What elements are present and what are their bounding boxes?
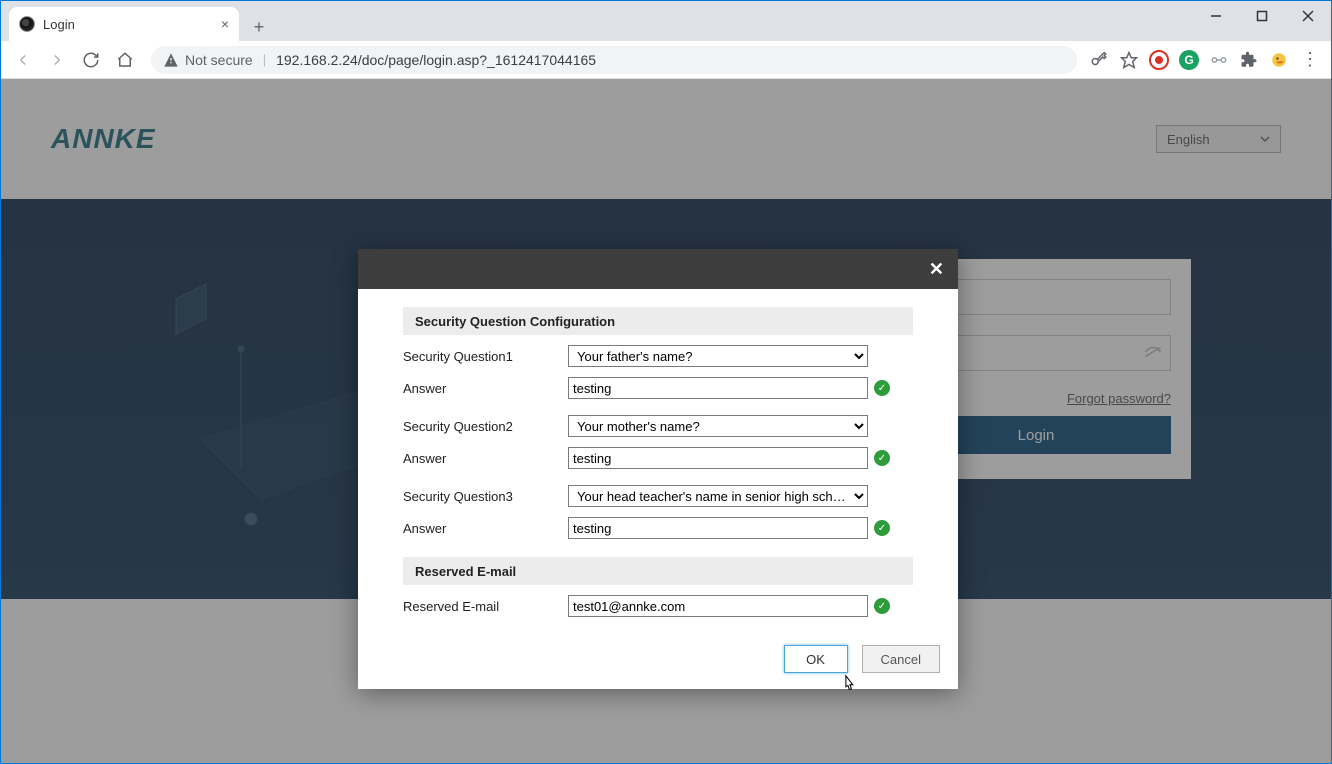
answer1-label: Answer — [403, 381, 568, 396]
browser-titlebar: Login × + — [1, 1, 1331, 41]
page-content: ANNKE English — [1, 79, 1331, 763]
extension-duck-icon[interactable] — [1269, 50, 1289, 70]
browser-toolbar: Not secure | 192.168.2.24/doc/page/login… — [1, 41, 1331, 79]
security-question1-select[interactable]: Your father's name? — [568, 345, 868, 367]
answer2-input[interactable] — [568, 447, 868, 469]
tab-close-icon[interactable]: × — [221, 16, 229, 32]
window-controls — [1193, 1, 1331, 31]
answer3-label: Answer — [403, 521, 568, 536]
modal-close-button[interactable]: ✕ — [929, 259, 944, 280]
check-ok-icon: ✓ — [874, 450, 890, 466]
modal-header: ✕ — [358, 249, 958, 289]
security-question2-select[interactable]: Your mother's name? — [568, 415, 868, 437]
extension-sync-icon[interactable] — [1209, 50, 1229, 70]
cancel-button[interactable]: Cancel — [862, 645, 940, 673]
extensions-puzzle-icon[interactable] — [1239, 50, 1259, 70]
extension-grammarly-icon[interactable]: G — [1179, 50, 1199, 70]
window-close-button[interactable] — [1285, 1, 1331, 31]
extension-ublock-icon[interactable] — [1149, 50, 1169, 70]
reserved-email-input[interactable] — [568, 595, 868, 617]
nav-reload-button[interactable] — [77, 46, 105, 74]
nav-home-button[interactable] — [111, 46, 139, 74]
security-question1-label: Security Question1 — [403, 349, 568, 364]
nav-back-button[interactable] — [9, 46, 37, 74]
browser-tab[interactable]: Login × — [9, 7, 239, 41]
check-ok-icon: ✓ — [874, 520, 890, 536]
check-ok-icon: ✓ — [874, 598, 890, 614]
url-text: 192.168.2.24/doc/page/login.asp?_1612417… — [276, 52, 596, 68]
reserved-email-label: Reserved E-mail — [403, 599, 568, 614]
section-security-questions-title: Security Question Configuration — [403, 307, 913, 335]
window-maximize-button[interactable] — [1239, 1, 1285, 31]
key-icon[interactable] — [1089, 50, 1109, 70]
nav-forward-button[interactable] — [43, 46, 71, 74]
address-bar[interactable]: Not secure | 192.168.2.24/doc/page/login… — [151, 46, 1077, 74]
address-separator: | — [263, 52, 266, 67]
section-reserved-email-title: Reserved E-mail — [403, 557, 913, 585]
tab-title: Login — [43, 17, 213, 32]
check-ok-icon: ✓ — [874, 380, 890, 396]
not-secure-label: Not secure — [185, 52, 253, 68]
tab-favicon — [19, 16, 35, 32]
security-question2-label: Security Question2 — [403, 419, 568, 434]
answer1-input[interactable] — [568, 377, 868, 399]
ok-button[interactable]: OK — [784, 645, 848, 673]
security-question3-label: Security Question3 — [403, 489, 568, 504]
window-minimize-button[interactable] — [1193, 1, 1239, 31]
answer3-input[interactable] — [568, 517, 868, 539]
security-question3-select[interactable]: Your head teacher's name in senior high … — [568, 485, 868, 507]
answer2-label: Answer — [403, 451, 568, 466]
bookmark-star-icon[interactable] — [1119, 50, 1139, 70]
new-tab-button[interactable]: + — [245, 17, 273, 38]
not-secure-indicator[interactable]: Not secure — [163, 52, 253, 68]
browser-menu-button[interactable]: ⋮ — [1299, 50, 1319, 70]
security-question-modal: ✕ Security Question Configuration Securi… — [358, 249, 958, 689]
